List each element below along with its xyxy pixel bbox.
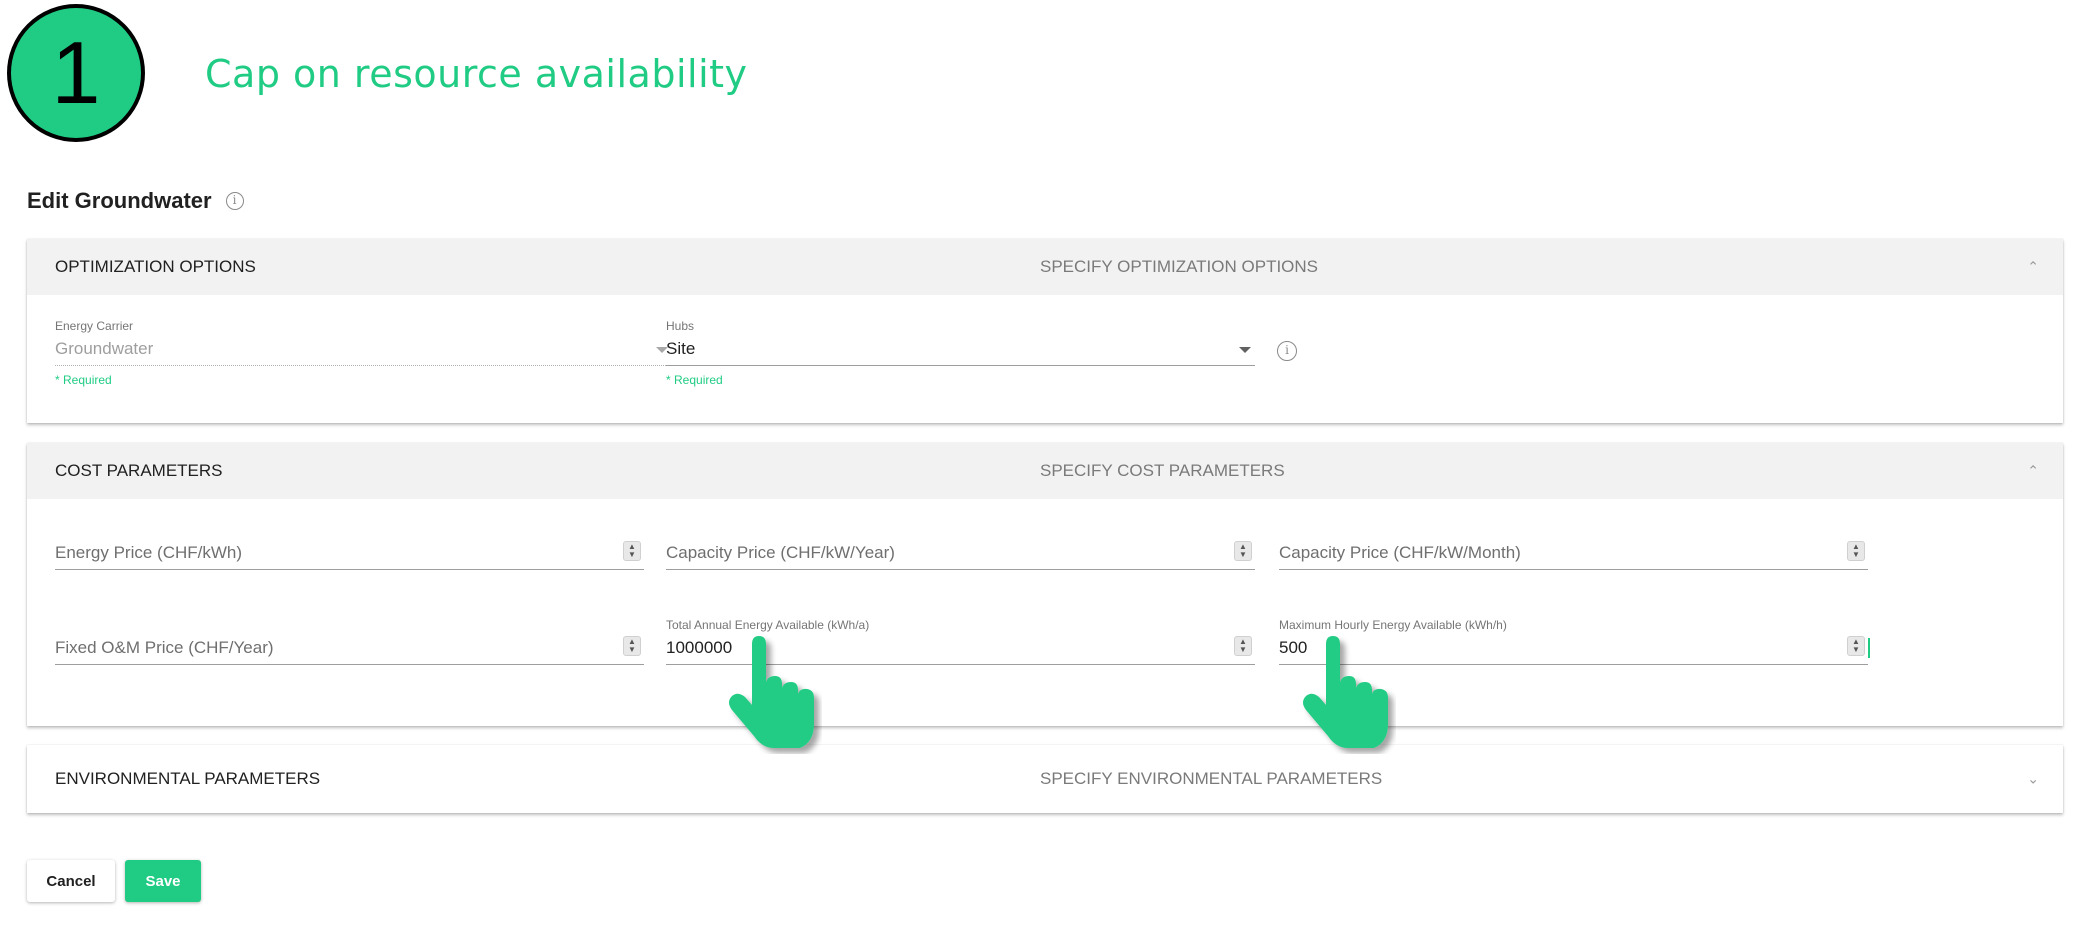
- capacity-price-month-input[interactable]: Capacity Price (CHF/kW/Month) ▲ ▼: [1279, 539, 1868, 579]
- chevron-up-icon[interactable]: ⌃: [2027, 259, 2039, 276]
- cost-parameters-title: COST PARAMETERS: [55, 461, 223, 480]
- pointing-hand-icon: [1303, 636, 1388, 748]
- chevron-down-icon[interactable]: ⌄: [2027, 771, 2039, 788]
- info-icon[interactable]: i: [225, 192, 244, 210]
- energy-carrier-select: Energy Carrier Groundwater * Required: [55, 319, 672, 399]
- energy-carrier-underline: [55, 365, 672, 366]
- cost-parameters-description: SPECIFY COST PARAMETERS: [1040, 461, 1285, 480]
- number-stepper[interactable]: ▲ ▼: [623, 636, 641, 656]
- page-title: Edit Groundwater: [27, 188, 212, 213]
- energy-carrier-value: Groundwater: [55, 339, 154, 358]
- optimization-options-description: SPECIFY OPTIMIZATION OPTIONS: [1040, 257, 1319, 276]
- hubs-value[interactable]: Site: [666, 339, 695, 359]
- energy-carrier-required-hint: * Required: [55, 373, 112, 387]
- number-stepper[interactable]: ▲ ▼: [1234, 636, 1252, 656]
- hubs-underline: [666, 365, 1255, 366]
- pointing-hand-icon: [729, 636, 814, 748]
- environmental-parameters-description: SPECIFY ENVIRONMENTAL PARAMETERS: [1040, 769, 1383, 788]
- capacity-price-month-placeholder: Capacity Price (CHF/kW/Month): [1279, 543, 1521, 562]
- optimization-options-panel: OPTIMIZATION OPTIONS SPECIFY OPTIMIZATIO…: [27, 239, 2063, 423]
- optimization-options-header[interactable]: OPTIMIZATION OPTIONS SPECIFY OPTIMIZATIO…: [27, 239, 2063, 295]
- number-stepper[interactable]: ▲ ▼: [1847, 636, 1865, 656]
- capacity-price-year-input[interactable]: Capacity Price (CHF/kW/Year) ▲ ▼: [666, 539, 1255, 579]
- max-hourly-energy-label: Maximum Hourly Energy Available (kWh/h): [1279, 618, 1507, 632]
- energy-carrier-label: Energy Carrier: [55, 319, 134, 333]
- energy-price-placeholder: Energy Price (CHF/kWh): [55, 543, 243, 562]
- chevron-down-icon[interactable]: [1239, 347, 1251, 353]
- page-title-row: Edit Groundwater i: [27, 188, 244, 214]
- step-number-badge: 1: [7, 4, 145, 142]
- capacity-price-month-underline: [1279, 569, 1868, 570]
- text-cursor: [1868, 638, 1870, 658]
- number-stepper[interactable]: ▲ ▼: [1847, 541, 1865, 561]
- fixed-om-price-placeholder: Fixed O&M Price (CHF/Year): [55, 638, 274, 657]
- capacity-price-year-placeholder: Capacity Price (CHF/kW/Year): [666, 543, 895, 562]
- environmental-parameters-title: ENVIRONMENTAL PARAMETERS: [55, 769, 321, 788]
- hubs-select[interactable]: Hubs Site * Required: [666, 319, 1255, 399]
- number-stepper[interactable]: ▲ ▼: [623, 541, 641, 561]
- save-button[interactable]: Save: [125, 860, 201, 902]
- chevron-up-icon[interactable]: ⌃: [2027, 463, 2039, 480]
- cancel-button[interactable]: Cancel: [27, 860, 115, 902]
- hubs-required-hint: * Required: [666, 373, 723, 387]
- capacity-price-year-underline: [666, 569, 1255, 570]
- hubs-label: Hubs: [666, 319, 695, 333]
- optimization-options-title: OPTIMIZATION OPTIONS: [55, 257, 256, 276]
- cost-parameters-panel: COST PARAMETERS SPECIFY COST PARAMETERS …: [27, 443, 2063, 726]
- energy-price-input[interactable]: Energy Price (CHF/kWh) ▲ ▼: [55, 539, 644, 579]
- total-annual-energy-label: Total Annual Energy Available (kWh/a): [666, 618, 870, 632]
- energy-price-underline: [55, 569, 644, 570]
- cost-parameters-header[interactable]: COST PARAMETERS SPECIFY COST PARAMETERS …: [27, 443, 2063, 499]
- environmental-parameters-panel: ENVIRONMENTAL PARAMETERS SPECIFY ENVIRON…: [27, 745, 2063, 813]
- environmental-parameters-header[interactable]: ENVIRONMENTAL PARAMETERS SPECIFY ENVIRON…: [27, 745, 2063, 813]
- step-title: Cap on resource availability: [205, 52, 748, 96]
- fixed-om-price-input[interactable]: Fixed O&M Price (CHF/Year) ▲ ▼: [55, 618, 644, 678]
- hubs-info-icon[interactable]: i: [1277, 341, 1297, 361]
- fixed-om-price-underline: [55, 664, 644, 665]
- number-stepper[interactable]: ▲ ▼: [1234, 541, 1252, 561]
